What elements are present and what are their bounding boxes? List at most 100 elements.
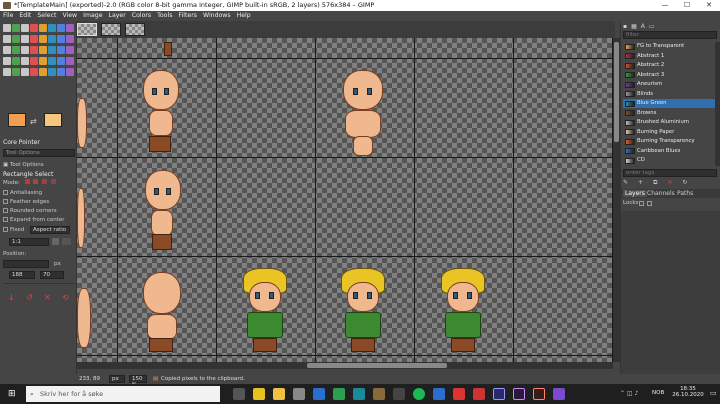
gradient-tab-icon[interactable]: ▭ [649,23,655,30]
close-button[interactable]: ✕ [698,0,720,11]
tool-icon[interactable] [21,35,29,43]
delete-preset-icon[interactable]: ✕ [44,293,51,302]
task-view-icon[interactable] [233,388,245,400]
gradient-item[interactable]: Blinds [623,90,715,99]
language-indicator[interactable]: NOB [652,390,664,396]
tool-icon[interactable] [3,68,11,76]
zoom-select[interactable]: 150 % [129,375,147,388]
tool-icon[interactable] [12,35,20,43]
tool-icon[interactable] [21,68,29,76]
tool-icon[interactable] [12,46,20,54]
new-gradient-icon[interactable]: + [638,179,643,186]
tool-icon[interactable] [30,35,38,43]
tool-icon[interactable] [66,46,74,54]
tool-icon[interactable] [48,68,56,76]
tool-icon[interactable] [3,35,11,43]
vertical-scroll-thumb[interactable] [614,42,619,142]
tool-icon[interactable] [30,46,38,54]
gradient-item[interactable]: Burning Transparency [623,137,715,146]
gradient-item[interactable]: Abstract 3 [623,71,715,80]
fixed-checkbox[interactable] [3,227,8,232]
horizontal-scrollbar[interactable] [77,362,613,369]
menu-help[interactable]: Help [234,11,254,21]
gradient-item[interactable]: Burning Paper [623,128,715,137]
tool-icon[interactable] [12,24,20,32]
tab-layers[interactable]: Layers [623,190,647,197]
tool-icon[interactable] [57,68,65,76]
position-y-input[interactable]: 70 [40,271,64,279]
gradient-filter-input[interactable]: filter [623,31,717,39]
image-tab-2[interactable] [101,23,121,36]
gimp-taskbar-icon[interactable] [373,388,385,400]
rounded-checkbox[interactable] [3,208,8,213]
tool-icon[interactable] [57,46,65,54]
delete-gradient-icon[interactable]: ✕ [667,179,672,186]
gradient-item[interactable]: Caribbean Blues [623,147,715,156]
swap-colors-icon[interactable]: ⇄ [30,117,37,126]
notification-icon[interactable]: ▭ [710,389,717,397]
antialiasing-checkbox[interactable] [3,190,8,195]
tool-icon[interactable] [3,24,11,32]
refresh-gradient-icon[interactable]: ↻ [682,179,687,186]
image-tab-1[interactable] [77,23,97,36]
tool-options-field[interactable]: Tool Options [3,149,75,157]
tool-options-tab[interactable]: ▣ Tool Options [3,161,44,169]
mode-intersect-icon[interactable] [50,179,56,184]
tool-icon[interactable] [12,57,20,65]
gradient-item[interactable]: Aneurism [623,80,715,89]
acrobat-icon[interactable] [473,388,485,400]
chrome-icon[interactable] [253,388,265,400]
premiere-icon[interactable] [493,388,505,400]
tool-icon[interactable] [12,68,20,76]
tool-icon[interactable] [39,57,47,65]
image-canvas[interactable] [77,38,613,362]
menu-tools[interactable]: Tools [154,11,175,21]
tool-icon[interactable] [66,57,74,65]
tool-icon[interactable] [48,46,56,54]
ratio-input[interactable]: 1:1 [9,238,49,246]
foreground-color-swatch[interactable] [8,113,26,127]
menu-image[interactable]: Image [80,11,105,21]
menu-select[interactable]: Select [34,11,59,21]
mode-subtract-icon[interactable] [42,179,48,184]
edit-gradient-icon[interactable]: ✎ [623,179,628,186]
menu-layer[interactable]: Layer [106,11,129,21]
tool-icon[interactable] [21,57,29,65]
tool-icon[interactable] [3,46,11,54]
background-color-swatch[interactable] [44,113,62,127]
fixed-mode-select[interactable]: Aspect ratio [30,226,70,234]
tool-icon[interactable] [48,57,56,65]
menu-filters[interactable]: Filters [175,11,200,21]
gradient-item[interactable]: Blue Green [623,99,715,109]
lock-position-icon[interactable] [647,201,652,206]
tray-icons[interactable]: ⌃ ◫ ♪ [620,390,638,397]
clock[interactable]: 18:35 26.10.2020 [668,386,708,398]
tool-icon[interactable] [39,46,47,54]
tool-icon[interactable] [57,24,65,32]
tool-icon[interactable] [30,24,38,32]
tool-icon[interactable] [48,35,56,43]
unit-select[interactable]: px [109,375,125,383]
illustrator-icon[interactable] [533,388,545,400]
explorer-icon[interactable] [273,388,285,400]
feather-checkbox[interactable] [3,199,8,204]
app-icon-3[interactable] [553,388,565,400]
tool-icon[interactable] [48,24,56,32]
font-tab-icon[interactable]: A [641,23,645,30]
horizontal-scroll-thumb[interactable] [307,363,447,368]
after-effects-icon[interactable] [513,388,525,400]
option-rounded[interactable]: Rounded corners [3,207,57,215]
word-icon[interactable] [313,388,325,400]
lock-pixels-icon[interactable] [639,201,644,206]
gradient-item[interactable]: CD [623,156,715,165]
tool-icon[interactable] [30,57,38,65]
tool-icon[interactable] [39,68,47,76]
tool-icon[interactable] [39,35,47,43]
start-icon[interactable]: ⊞ [8,389,16,399]
pattern-tab-icon[interactable]: ▦ [631,23,637,30]
taskbar-search[interactable]: ⌕ Skriv her for å søke [26,386,220,402]
position-unit[interactable]: px [54,260,61,268]
expand-checkbox[interactable] [3,217,8,222]
tool-icon[interactable] [66,35,74,43]
mail-icon[interactable] [293,388,305,400]
